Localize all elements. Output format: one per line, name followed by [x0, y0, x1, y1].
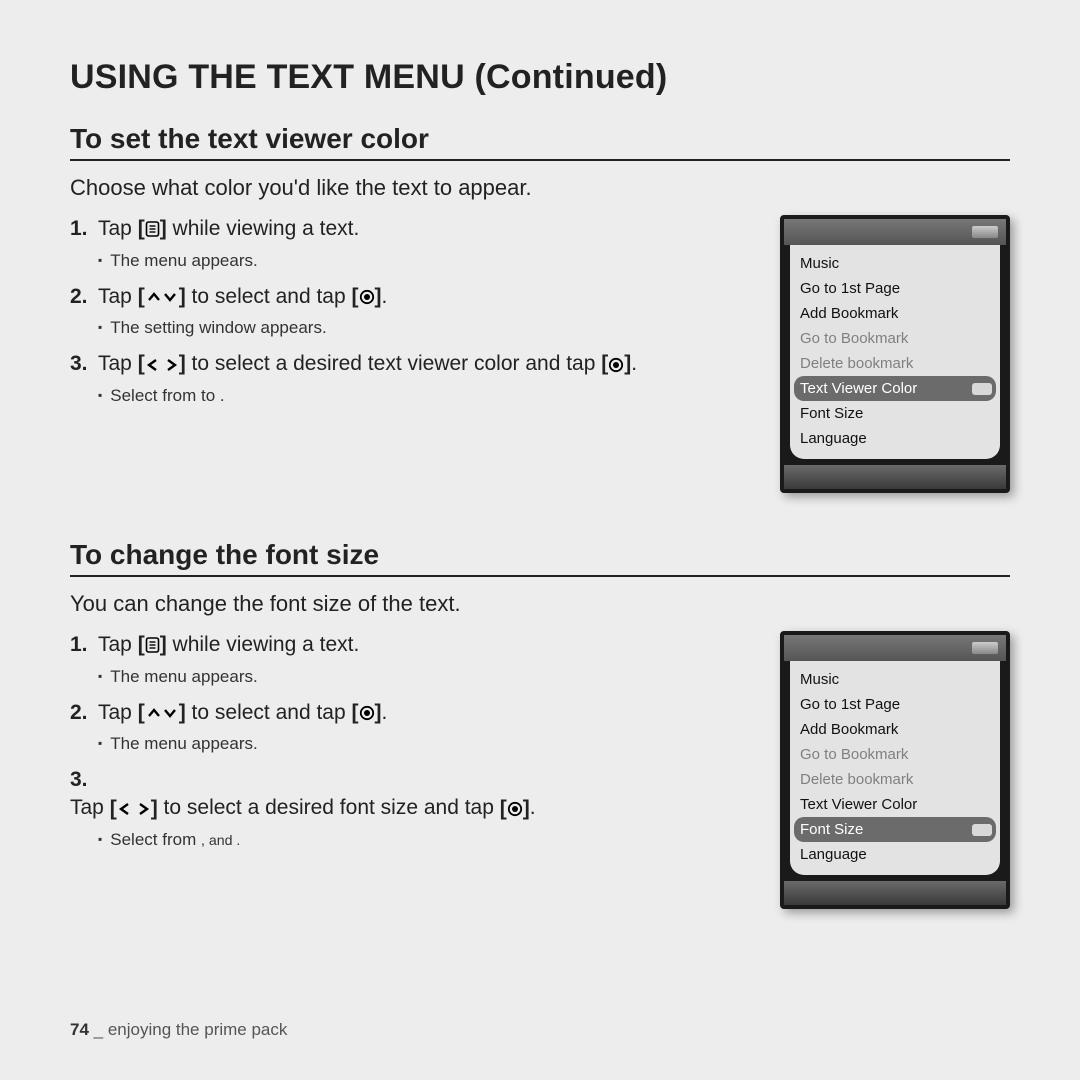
- section-heading: To set the text viewer color: [70, 123, 1010, 161]
- instruction-step: 1. Tap [] while viewing a text.: [70, 631, 762, 660]
- device-screenshot: MusicGo to 1st PageAdd BookmarkGo to Boo…: [780, 631, 1010, 909]
- select-icon: []: [601, 350, 631, 378]
- menu-icon: []: [138, 215, 167, 243]
- device-menu-item: Go to 1st Page: [790, 276, 1000, 301]
- left-right-icon: []: [138, 350, 186, 378]
- step-text: Tap [] while viewing a text.: [98, 631, 762, 660]
- select-icon: []: [352, 283, 382, 311]
- device-menu-item: Add Bookmark: [790, 717, 1000, 742]
- device-menu-item: Font Size: [790, 401, 1000, 426]
- device-menu-item: Delete bookmark: [790, 351, 1000, 376]
- device-menu-item: Text Viewer Color: [790, 792, 1000, 817]
- step-text: Tap [] to select a desired font size and…: [70, 794, 536, 823]
- step-substep: Select from to .: [98, 385, 762, 408]
- page-footer: 74 _ enjoying the prime pack: [70, 1020, 287, 1040]
- device-menu-item: Music: [790, 667, 1000, 692]
- device-bottom-bar: [784, 465, 1006, 489]
- device-menu-item: Music: [790, 251, 1000, 276]
- manual-section: To set the text viewer color Choose what…: [70, 123, 1010, 493]
- step-substep: The menu appears.: [98, 250, 762, 273]
- device-menu-item: Text Viewer Color: [794, 376, 996, 401]
- page-title: USING THE TEXT MENU (Continued): [70, 58, 1010, 97]
- device-menu: MusicGo to 1st PageAdd BookmarkGo to Boo…: [790, 661, 1000, 875]
- device-menu-item: Language: [790, 842, 1000, 867]
- section-intro: Choose what color you'd like the text to…: [70, 175, 1010, 201]
- device-menu: MusicGo to 1st PageAdd BookmarkGo to Boo…: [790, 245, 1000, 459]
- device-menu-item: Go to 1st Page: [790, 692, 1000, 717]
- select-icon: []: [352, 699, 382, 727]
- instruction-step: 2. Tap [] to select and tap [].: [70, 699, 762, 728]
- device-menu-item: Language: [790, 426, 1000, 451]
- instruction-step: 1. Tap [] while viewing a text.: [70, 215, 762, 244]
- device-menu-item: Font Size: [794, 817, 996, 842]
- step-number: 2.: [70, 283, 98, 312]
- instruction-step: 3. Tap [] to select a desired text viewe…: [70, 350, 762, 379]
- step-substep: The setting window appears.: [98, 317, 762, 340]
- device-menu-item: Go to Bookmark: [790, 742, 1000, 767]
- step-text: Tap [] to select a desired text viewer c…: [98, 350, 762, 379]
- device-menu-item: Go to Bookmark: [790, 326, 1000, 351]
- step-number: 2.: [70, 699, 98, 728]
- menu-icon: []: [138, 631, 167, 659]
- step-number: 1.: [70, 631, 98, 660]
- instruction-step: 3. Tap [] to select a desired font size …: [70, 766, 762, 823]
- device-menu-item: Delete bookmark: [790, 767, 1000, 792]
- manual-section: To change the font size You can change t…: [70, 539, 1010, 909]
- step-text: Tap [] while viewing a text.: [98, 215, 762, 244]
- select-icon: []: [500, 795, 530, 823]
- device-bottom-bar: [784, 881, 1006, 905]
- device-top-bar: [784, 635, 1006, 661]
- instruction-step: 2. Tap [] to select and tap [].: [70, 283, 762, 312]
- step-number: 3.: [70, 766, 536, 794]
- step-text: Tap [] to select and tap [].: [98, 283, 762, 312]
- left-right-icon: []: [110, 795, 158, 823]
- page-number: 74: [70, 1020, 89, 1039]
- section-heading: To change the font size: [70, 539, 1010, 577]
- up-down-icon: []: [138, 699, 186, 727]
- step-text: Tap [] to select and tap [].: [98, 699, 762, 728]
- chapter-name: enjoying the prime pack: [108, 1020, 288, 1039]
- steps-list: 1. Tap [] while viewing a text. The menu…: [70, 215, 762, 418]
- step-substep: Select from , and .: [98, 829, 762, 852]
- step-number: 3.: [70, 350, 98, 379]
- step-number: 1.: [70, 215, 98, 244]
- device-top-bar: [784, 219, 1006, 245]
- device-screenshot: MusicGo to 1st PageAdd BookmarkGo to Boo…: [780, 215, 1010, 493]
- section-intro: You can change the font size of the text…: [70, 591, 1010, 617]
- step-substep: The menu appears.: [98, 666, 762, 689]
- up-down-icon: []: [138, 283, 186, 311]
- steps-list: 1. Tap [] while viewing a text. The menu…: [70, 631, 762, 862]
- step-substep: The menu appears.: [98, 733, 762, 756]
- device-menu-item: Add Bookmark: [790, 301, 1000, 326]
